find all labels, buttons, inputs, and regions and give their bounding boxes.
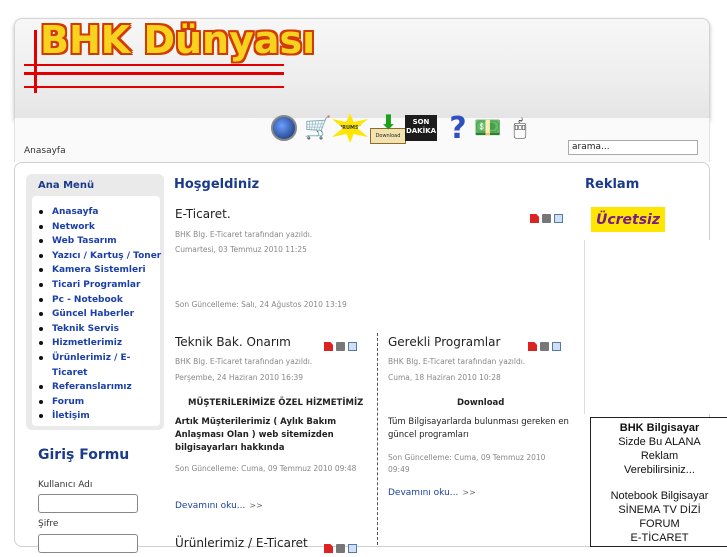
ad-line: E-TİCARET <box>630 532 689 544</box>
article-actions <box>324 336 360 351</box>
article-body: Artık Müşterilerimiz ( Aylık Bakım Anlaş… <box>175 417 337 453</box>
logo-decoration <box>24 86 284 88</box>
read-more-link[interactable]: Devamını oku... >> <box>388 488 476 498</box>
menu-item-urunlerimiz[interactable]: Ürünlerimiz / E-Ticaret <box>38 351 162 380</box>
menu-item-hizmetlerimiz[interactable]: Hizmetlerimiz <box>38 336 162 351</box>
download-icon[interactable]: ⬇ Download <box>370 110 406 146</box>
article-date: Cumartesi, 03 Temmuz 2010 11:25 <box>175 245 307 254</box>
article-title[interactable]: Gerekli Programlar <box>388 335 500 349</box>
main-menu: Anasayfa Network Web Tasarım Yazıcı / Ka… <box>38 205 162 424</box>
login-title: Giriş Formu <box>38 447 130 463</box>
home-icon[interactable] <box>266 110 302 146</box>
pdf-icon[interactable] <box>324 544 333 553</box>
article-updated: Son Güncelleme: Cuma, 09 Temmuz 2010 09:… <box>175 464 357 473</box>
article-title[interactable]: E-Ticaret. <box>175 207 231 221</box>
article-updated: Son Güncelleme: Cuma, 09 Temmuz 2010 09:… <box>388 453 546 474</box>
print-icon[interactable] <box>336 342 345 351</box>
article-date: Perşembe, 24 Haziran 2010 16:39 <box>175 373 304 382</box>
money-icon[interactable]: 💵 <box>470 110 506 146</box>
menu-item-web-tasarim[interactable]: Web Tasarım <box>38 234 162 249</box>
menu-item-forum[interactable]: Forum <box>38 395 162 410</box>
article-date: Cuma, 18 Haziran 2010 10:28 <box>388 373 501 382</box>
logo-decoration <box>24 72 284 75</box>
print-icon[interactable] <box>336 544 345 553</box>
article-author: BHK Blg. E-Ticaret tarafından yazıldı. <box>175 357 313 366</box>
menu-item-iletisim[interactable]: İletişim <box>38 409 162 424</box>
print-icon[interactable] <box>542 214 551 223</box>
free-badge[interactable]: Ücretsiz <box>591 207 665 232</box>
logo-decoration <box>34 30 37 93</box>
ad-line: Verebilirsiniz... <box>624 464 695 476</box>
menu-item-teknik-servis[interactable]: Teknik Servis <box>38 322 162 337</box>
article-title[interactable]: Ürünlerimiz / E-Ticaret <box>175 536 308 550</box>
news-icon[interactable]: SON DAKİKA <box>404 110 438 146</box>
username-input[interactable] <box>38 494 138 513</box>
ad-line: SİNEMA TV DİZİ <box>618 504 701 516</box>
email-icon[interactable] <box>554 214 563 223</box>
ad-line: Reklam <box>640 450 679 462</box>
print-icon[interactable] <box>540 342 549 351</box>
column-divider <box>377 333 378 545</box>
email-icon[interactable] <box>552 342 561 351</box>
menu-item-pc-notebook[interactable]: Pc - Notebook <box>38 293 162 308</box>
article-updated: Son Güncelleme: Salı, 24 Ağustos 2010 13… <box>175 300 347 309</box>
article-actions <box>324 538 360 553</box>
password-input[interactable] <box>38 534 138 553</box>
article-title[interactable]: Teknik Bak. Onarım <box>175 335 291 349</box>
ad-line: FORUM <box>639 518 680 530</box>
username-label: Kullanıcı Adı <box>38 480 93 490</box>
menu-item-yazici[interactable]: Yazıcı / Kartuş / Toner <box>38 249 162 264</box>
ad-line: Sizde Bu ALANA <box>618 436 701 448</box>
pdf-icon[interactable] <box>324 342 333 351</box>
article-author: BHK Blg. E-Ticaret tarafından yazıldı. <box>388 357 526 366</box>
cart-icon[interactable]: 🛒 <box>300 110 336 146</box>
ad-line: BHK Bilgisayar <box>619 422 700 434</box>
email-icon[interactable] <box>348 342 357 351</box>
read-more-link[interactable]: Devamını oku... >> <box>175 501 263 511</box>
article-actions <box>530 208 566 223</box>
password-label: Şifre <box>38 519 59 529</box>
menu-item-kamera[interactable]: Kamera Sistemleri <box>38 263 162 278</box>
site-logo[interactable]: BHK Dünyası <box>40 18 315 62</box>
burst-icon[interactable]: KURUMSAL <box>332 110 368 146</box>
menu-item-network[interactable]: Network <box>38 220 162 235</box>
page-title: Hoşgeldiniz <box>174 177 260 192</box>
breadcrumb[interactable]: Anasayfa <box>24 146 66 156</box>
ad-line: Notebook Bilgisayar <box>610 490 709 502</box>
menu-item-anasayfa[interactable]: Anasayfa <box>38 205 162 220</box>
article-body: Tüm Bilgisayarlarda bulunması gereken en… <box>388 417 569 440</box>
menu-item-ticari-programlar[interactable]: Ticari Programlar <box>38 278 162 293</box>
article-heading: Download <box>457 398 505 408</box>
menu-title: Ana Menü <box>38 180 95 191</box>
logo-decoration <box>24 64 284 66</box>
pdf-icon[interactable] <box>530 214 539 223</box>
menu-item-guncel-haberler[interactable]: Güncel Haberler <box>38 307 162 322</box>
ad-placeholder <box>584 240 727 414</box>
ads-title: Reklam <box>585 177 640 192</box>
ad-box[interactable]: BHK Bilgisayar Sizde Bu ALANA Reklam Ver… <box>590 417 727 547</box>
pdf-icon[interactable] <box>528 342 537 351</box>
search-input[interactable]: arama... <box>568 140 698 155</box>
ad-line <box>591 477 727 489</box>
menu-item-referanslar[interactable]: Referanslarımız <box>38 380 162 395</box>
article-heading: MÜŞTERİLERİMİZE ÖZEL HİZMETİMİZ <box>188 398 364 408</box>
email-icon[interactable] <box>348 544 357 553</box>
article-author: BHK Blg. E-Ticaret tarafından yazıldı. <box>175 230 313 239</box>
mouse-icon[interactable]: 🖱 <box>502 110 538 146</box>
article-actions <box>528 336 564 351</box>
